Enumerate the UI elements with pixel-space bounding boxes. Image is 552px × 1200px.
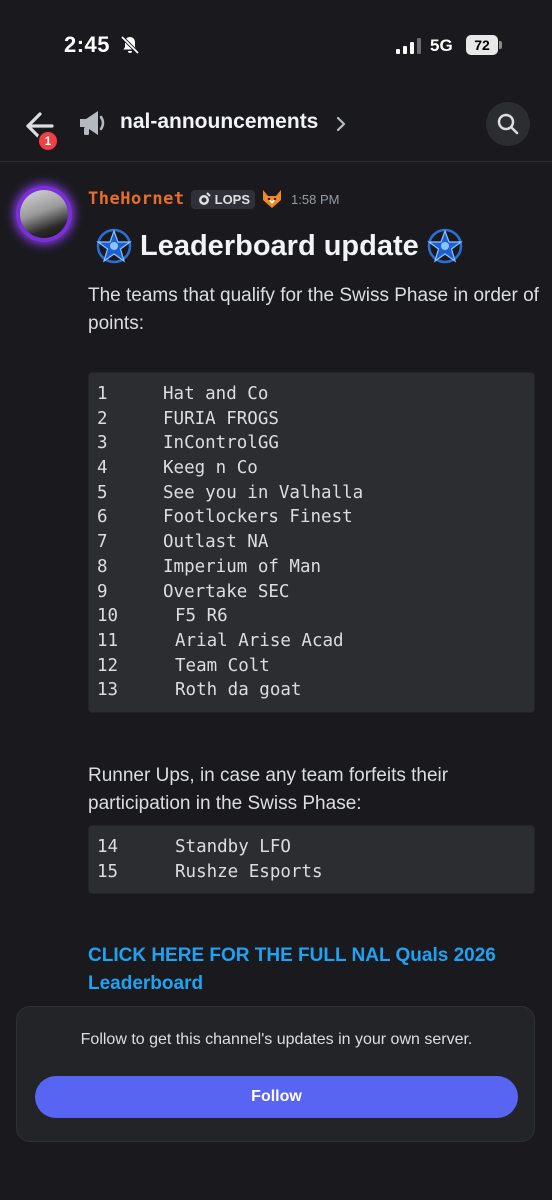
server-tag[interactable]: LOPS xyxy=(190,189,256,209)
runner-ups-codeblock: 14 Standby LFO 15 Rushze Esports xyxy=(88,825,535,895)
team-name: F5 R6 xyxy=(175,606,228,627)
code-row: 8 Imperium of Man xyxy=(97,555,526,580)
team-name: Overtake SEC xyxy=(163,581,290,602)
follow-text: Follow to get this channel's updates in … xyxy=(80,1031,473,1048)
code-row: 4 Keeg n Co xyxy=(97,456,526,481)
team-name: FURIA FROGS xyxy=(163,408,279,429)
code-row: 2 FURIA FROGS xyxy=(97,407,526,432)
rank-number: 7 xyxy=(97,532,108,553)
tag-icon xyxy=(198,192,211,205)
team-name: Team Colt xyxy=(175,655,270,676)
network-type: 5G xyxy=(430,36,453,55)
code-row: 9 Overtake SEC xyxy=(97,580,526,605)
code-row: 1 Hat and Co xyxy=(97,382,526,407)
code-row: 14 Standby LFO xyxy=(97,835,526,860)
avatar[interactable] xyxy=(16,186,72,242)
blue-star-emoji-icon xyxy=(96,228,132,264)
qualified-teams-codeblock: 1 Hat and Co 2 FURIA FROGS 3 InControlGG 4 Keeg… xyxy=(88,372,535,713)
leaderboard-link[interactable]: CLICK HERE FOR THE FULL NAL Quals 2026 L… xyxy=(88,942,528,998)
code-row: 5 See you in Valhalla xyxy=(97,481,526,506)
rank-number: 15 xyxy=(97,861,119,882)
code-row: 10 F5 R6 xyxy=(97,604,526,629)
status-bar: 2:45 5G 72 xyxy=(0,0,552,90)
rank-number: 3 xyxy=(97,433,108,454)
code-row: 3 InControlGG xyxy=(97,431,526,456)
status-time: 2:45 xyxy=(64,32,111,57)
team-name: Imperium of Man xyxy=(163,556,322,577)
code-row: 7 Outlast NA xyxy=(97,530,526,555)
rank-number: 1 xyxy=(97,384,108,404)
team-name: InControlGG xyxy=(163,433,279,454)
message-timestamp: 1:58 PM xyxy=(291,191,340,207)
rank-number: 4 xyxy=(97,458,108,479)
author-name[interactable]: TheHornet xyxy=(88,189,185,209)
qualify-intro: The teams that qualify for the Swiss Pha… xyxy=(88,285,539,334)
rank-number: 6 xyxy=(97,507,108,528)
chevron-right-icon[interactable] xyxy=(335,115,347,133)
code-row: 13 Roth da goat xyxy=(97,678,526,703)
team-name: See you in Valhalla xyxy=(163,482,364,503)
rank-number: 2 xyxy=(97,408,108,429)
follow-panel: Follow to get this channel's updates in … xyxy=(16,1006,535,1142)
team-name: Footlockers Finest xyxy=(163,507,353,528)
server-tag-label: LOPS xyxy=(214,191,251,207)
bell-muted-icon xyxy=(120,35,140,55)
rank-number: 11 xyxy=(97,630,119,651)
signal-icon xyxy=(396,38,421,54)
team-name: Roth da goat xyxy=(175,680,302,701)
battery-icon: 72 xyxy=(466,35,502,55)
team-name: Outlast NA xyxy=(163,532,269,553)
heading-text: Leaderboard update xyxy=(140,229,419,262)
search-button[interactable] xyxy=(486,102,530,146)
battery-nub xyxy=(499,41,502,49)
team-name: Standby LFO xyxy=(175,837,291,857)
rank-number: 8 xyxy=(97,556,108,577)
rank-number: 12 xyxy=(97,655,119,676)
code-row: 12 Team Colt xyxy=(97,654,526,679)
follow-button[interactable]: Follow xyxy=(35,1076,518,1118)
message-heading: Leaderboard update xyxy=(96,228,463,264)
battery-level: 72 xyxy=(466,35,498,55)
rank-number: 10 xyxy=(97,606,119,627)
channel-header: 1 nal-announcements xyxy=(0,90,552,162)
runner-ups-intro: Runner Ups, in case any team forfeits th… xyxy=(88,765,449,814)
rank-number: 5 xyxy=(97,482,108,503)
avatar-image xyxy=(20,190,68,238)
search-icon xyxy=(497,113,519,135)
team-name: Keeg n Co xyxy=(163,458,258,479)
team-name: Hat and Co xyxy=(163,384,269,404)
author-row: TheHornet LOPS 1:58 PM xyxy=(88,186,339,212)
rank-number: 9 xyxy=(97,581,108,602)
team-name: Rushze Esports xyxy=(175,861,323,882)
rank-number: 14 xyxy=(97,837,119,857)
team-name: Arial Arise Acad xyxy=(175,630,344,651)
code-row: 6 Footlockers Finest xyxy=(97,505,526,530)
unread-badge: 1 xyxy=(37,130,59,152)
channel-name[interactable]: nal-announcements xyxy=(120,110,318,134)
rank-number: 13 xyxy=(97,680,119,701)
code-row: 11 Arial Arise Acad xyxy=(97,629,526,654)
code-row: 15 Rushze Esports xyxy=(97,860,526,885)
blue-star-emoji-icon xyxy=(426,228,463,264)
announcement-channel-icon xyxy=(80,111,105,135)
fox-badge-icon xyxy=(263,190,282,208)
